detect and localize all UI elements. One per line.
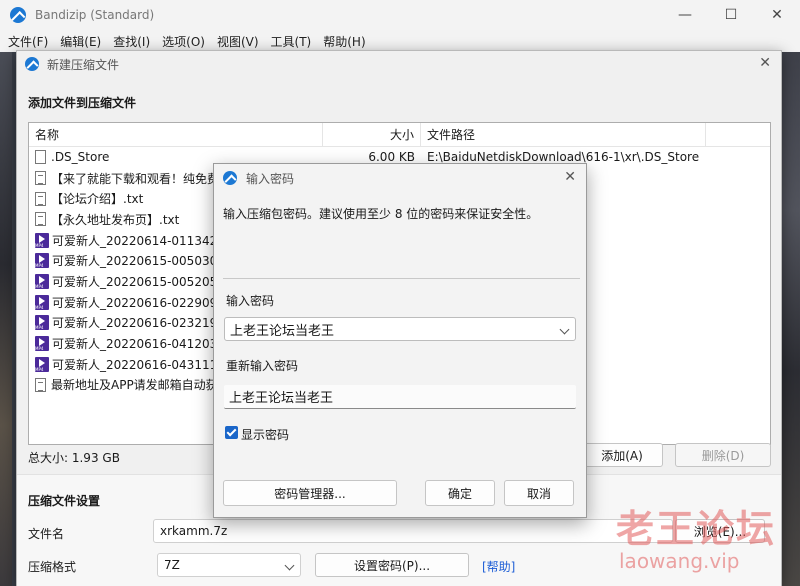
new-archive-titlebar: 新建压缩文件 ✕ — [17, 51, 781, 77]
menu-bar: 文件(F) 编辑(E) 查找(I) 选项(O) 视图(V) 工具(T) 帮助(H… — [0, 30, 800, 52]
ok-button[interactable]: 确定 — [425, 480, 495, 506]
bandizip-window: Bandizip (Standard) — ☐ ✕ 文件(F) 编辑(E) 查找… — [0, 0, 800, 52]
divider — [223, 278, 580, 279]
cancel-button[interactable]: 取消 — [504, 480, 574, 506]
video-file-icon — [35, 253, 49, 269]
file-name: 可爱新人_20220616-041203-4 — [52, 337, 230, 352]
menu-view[interactable]: 视图(V) — [217, 33, 259, 50]
video-file-icon — [35, 315, 49, 331]
archive-settings-label: 压缩文件设置 — [28, 494, 101, 508]
text-file-icon — [35, 191, 46, 206]
text-file-icon — [35, 171, 46, 186]
reenter-password-label: 重新输入密码 — [226, 359, 299, 373]
video-file-icon — [35, 232, 49, 248]
file-name: 可爱新人_20220615-005205-8 — [52, 274, 230, 289]
menu-file[interactable]: 文件(F) — [8, 33, 48, 50]
watermark-title: 老王论坛 — [616, 506, 777, 551]
filename-input[interactable]: xrkamm.7z — [153, 519, 673, 543]
video-file-icon — [35, 336, 49, 352]
password-dialog-titlebar: 输入密码 ✕ — [214, 164, 586, 192]
menu-edit[interactable]: 编辑(E) — [60, 33, 101, 50]
password-manager-button[interactable]: 密码管理器... — [223, 480, 397, 506]
file-name: 【论坛介绍】.txt — [51, 192, 144, 207]
watermark-url: laowang.vip — [619, 549, 740, 573]
close-icon[interactable]: ✕ — [759, 55, 771, 71]
file-name: 最新地址及APP请发邮箱自动获 — [51, 378, 218, 393]
format-value: 7Z — [164, 558, 180, 572]
menu-find[interactable]: 查找(I) — [113, 33, 150, 50]
desktop-background-left — [0, 50, 12, 586]
file-list-header: 名称 大小 文件路径 — [29, 123, 770, 147]
add-button[interactable]: 添加(A) — [581, 443, 663, 467]
file-name: 可爱新人_20220614-011342-6 — [52, 233, 230, 248]
close-icon[interactable]: ✕ — [564, 169, 576, 185]
chevron-down-icon — [284, 560, 295, 571]
password-input[interactable]: 上老王论坛当老王 — [224, 317, 576, 341]
bandizip-logo-icon — [10, 7, 26, 23]
video-file-icon — [35, 273, 49, 289]
file-name: 可爱新人_20220616-023219-5 — [52, 316, 230, 331]
maximize-button[interactable]: ☐ — [708, 0, 754, 30]
video-file-icon — [35, 294, 49, 310]
set-password-button[interactable]: 设置密码(P)... — [315, 553, 469, 577]
format-select[interactable]: 7Z — [157, 553, 301, 577]
format-label: 压缩格式 — [28, 560, 77, 574]
password-value: 上老王论坛当老王 — [230, 323, 335, 339]
chevron-down-icon[interactable] — [559, 324, 570, 335]
text-file-icon — [35, 377, 46, 392]
text-file-icon — [35, 212, 46, 227]
app-titlebar: Bandizip (Standard) — ☐ ✕ — [0, 0, 800, 30]
file-name: 可爱新人_20220616-022909-1 — [52, 295, 230, 310]
video-file-icon — [35, 356, 49, 372]
show-password-label[interactable]: 显示密码 — [241, 426, 289, 443]
bandizip-logo-icon — [223, 171, 237, 185]
file-name: .DS_Store — [51, 150, 110, 165]
new-archive-title: 新建压缩文件 — [47, 57, 120, 72]
delete-button[interactable]: 删除(D) — [675, 443, 771, 467]
column-header-size[interactable]: 大小 — [323, 123, 421, 147]
file-icon — [35, 150, 46, 165]
file-name: 可爱新人_20220616-043111-1 — [52, 357, 230, 372]
total-size: 总大小: 1.93 GB — [28, 451, 120, 465]
file-name: 【来了就能下载和观看！纯免费 — [51, 171, 220, 186]
menu-help[interactable]: 帮助(H) — [323, 33, 365, 50]
add-files-label: 添加文件到压缩文件 — [28, 96, 137, 110]
filename-label: 文件名 — [28, 527, 65, 541]
password-label: 输入密码 — [226, 294, 275, 308]
column-header-path[interactable]: 文件路径 — [421, 123, 706, 147]
close-button[interactable]: ✕ — [754, 0, 800, 30]
password-dialog: 输入密码 ✕ 输入压缩包密码。建议使用至少 8 位的密码来保证安全性。 输入密码… — [213, 163, 587, 518]
show-password-checkbox[interactable] — [225, 426, 238, 439]
menu-tools[interactable]: 工具(T) — [271, 33, 312, 50]
password-dialog-title: 输入密码 — [246, 171, 295, 186]
app-title: Bandizip (Standard) — [35, 8, 155, 22]
password-description: 输入压缩包密码。建议使用至少 8 位的密码来保证安全性。 — [223, 207, 539, 221]
reenter-password-input[interactable]: 上老王论坛当老王 — [224, 385, 576, 409]
help-link[interactable]: [帮助] — [482, 558, 515, 575]
file-name: 可爱新人_20220615-005030-0 — [52, 254, 230, 269]
menu-options[interactable]: 选项(O) — [162, 33, 205, 50]
minimize-button[interactable]: — — [662, 0, 708, 30]
bandizip-logo-icon — [25, 57, 39, 71]
column-header-name[interactable]: 名称 — [29, 123, 323, 147]
file-name: 【永久地址发布页】.txt — [51, 212, 180, 227]
